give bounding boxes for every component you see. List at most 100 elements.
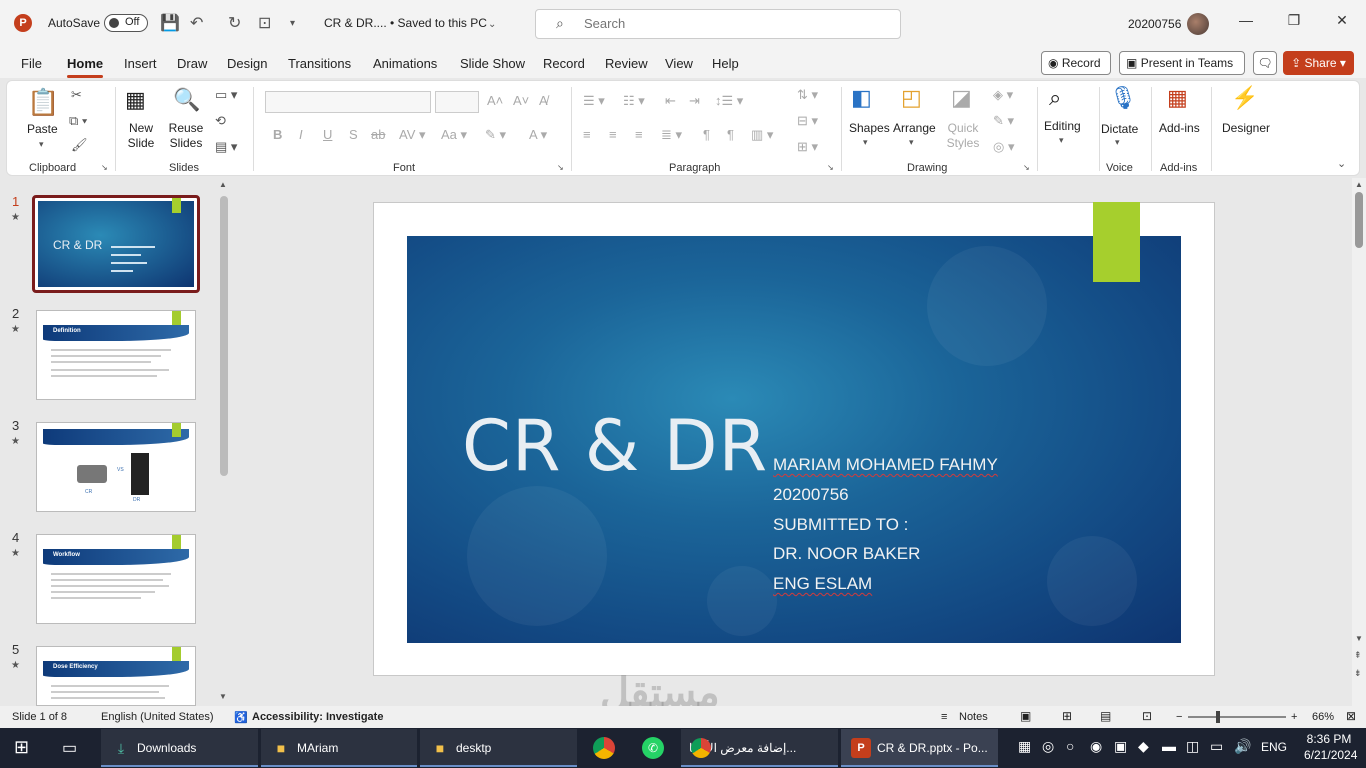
new-slide-icon[interactable]: ▦ bbox=[125, 87, 146, 113]
line-spacing-icon[interactable]: ↕☰ ▾ bbox=[715, 93, 743, 109]
tab-help[interactable]: Help bbox=[712, 56, 739, 71]
tab-home[interactable]: Home bbox=[67, 56, 104, 78]
present-icon[interactable]: ⊡ bbox=[258, 12, 271, 36]
spacing-icon[interactable]: AV ▾ bbox=[399, 127, 426, 143]
tray-circle-icon[interactable]: ○ bbox=[1066, 738, 1074, 754]
slide-subtitle-id[interactable]: 20200756 bbox=[773, 485, 849, 505]
designer-icon[interactable]: ⚡ bbox=[1231, 85, 1258, 111]
addins-label[interactable]: Add-ins bbox=[1159, 121, 1200, 135]
arrange-label[interactable]: Arrange bbox=[893, 121, 936, 135]
comments-button[interactable]: 🗨 bbox=[1253, 51, 1277, 75]
minimize-icon[interactable]: — bbox=[1231, 12, 1261, 28]
section-icon[interactable]: ▤ ▾ bbox=[215, 139, 237, 155]
slide-thumbnail-3[interactable]: VS CR DR bbox=[36, 422, 196, 512]
scroll-down-icon[interactable]: ▼ bbox=[219, 692, 227, 701]
zoom-slider[interactable] bbox=[1188, 716, 1286, 718]
highlight-icon[interactable]: ✎ ▾ bbox=[485, 127, 506, 143]
tray-app-icon[interactable]: ◆ bbox=[1138, 738, 1149, 755]
decrease-indent-icon[interactable]: ⇤ bbox=[665, 93, 676, 109]
tab-file[interactable]: File bbox=[21, 56, 42, 71]
undo-icon[interactable]: ↶ bbox=[190, 12, 203, 36]
columns-icon[interactable]: ▥ ▾ bbox=[751, 127, 773, 143]
shadow-icon[interactable]: S bbox=[349, 127, 358, 142]
tray-app-icon[interactable]: ▦ bbox=[1018, 738, 1031, 755]
reuse-slides-icon[interactable]: 🔍 bbox=[173, 87, 200, 113]
document-title[interactable]: CR & DR.... • Saved to this PC bbox=[324, 16, 487, 30]
strikethrough-icon[interactable]: ab bbox=[371, 127, 385, 142]
quick-styles-icon[interactable]: ◪ bbox=[951, 85, 972, 111]
save-icon[interactable]: 💾 bbox=[160, 12, 180, 36]
search-input[interactable] bbox=[584, 16, 884, 31]
windows-start-icon[interactable]: ⊞ bbox=[14, 737, 29, 758]
text-direction-icon[interactable]: ⇅ ▾ bbox=[797, 87, 818, 103]
tray-folder-icon[interactable]: ▬ bbox=[1162, 738, 1176, 754]
chevron-down-icon[interactable]: ▾ bbox=[1059, 135, 1064, 146]
reset-icon[interactable]: ⟲ bbox=[215, 113, 226, 129]
shapes-label[interactable]: Shapes bbox=[849, 121, 890, 135]
previous-slide-icon[interactable]: ⇞ bbox=[1354, 650, 1362, 661]
tab-record[interactable]: Record bbox=[543, 56, 585, 71]
chevron-down-icon[interactable]: ⌄ bbox=[488, 13, 496, 37]
smartart-icon[interactable]: ⊞ ▾ bbox=[797, 139, 818, 155]
close-icon[interactable]: ✕ bbox=[1327, 12, 1357, 29]
fit-to-window-icon[interactable]: ⊠ bbox=[1346, 709, 1356, 723]
zoom-in-icon[interactable]: + bbox=[1291, 711, 1297, 723]
paste-label[interactable]: Paste bbox=[27, 122, 58, 136]
tab-draw[interactable]: Draw bbox=[177, 56, 207, 71]
chrome-icon[interactable] bbox=[593, 737, 615, 759]
share-button[interactable]: ⇪ Share ▾ bbox=[1283, 51, 1354, 75]
align-center-icon[interactable]: ≡ bbox=[609, 127, 617, 142]
paste-icon[interactable]: 📋 bbox=[27, 87, 59, 118]
chevron-down-icon[interactable]: ▾ bbox=[909, 137, 914, 148]
language-status[interactable]: English (United States) bbox=[101, 711, 214, 723]
notes-button[interactable]: Notes bbox=[959, 711, 988, 723]
tray-app-icon[interactable]: ◉ bbox=[1090, 738, 1102, 755]
tab-view[interactable]: View bbox=[665, 56, 693, 71]
accessibility-status[interactable]: Accessibility: Investigate bbox=[252, 711, 383, 723]
cut-icon[interactable]: ✂ bbox=[71, 87, 82, 103]
search-box[interactable]: ⌕ bbox=[535, 9, 901, 39]
present-in-teams-button[interactable]: ▣ Present in Teams bbox=[1119, 51, 1245, 75]
font-name-dropdown[interactable] bbox=[265, 91, 431, 113]
align-left-icon[interactable]: ≡ bbox=[583, 127, 591, 142]
dictate-label[interactable]: Dictate bbox=[1101, 122, 1138, 136]
chevron-down-icon[interactable]: ▾ bbox=[1115, 137, 1120, 148]
zoom-slider-handle[interactable] bbox=[1216, 711, 1220, 723]
scroll-thumb[interactable] bbox=[1355, 192, 1363, 248]
new-slide-label[interactable]: New Slide bbox=[121, 121, 161, 151]
customize-toolbar-icon[interactable]: ▾ bbox=[290, 12, 295, 36]
avatar[interactable] bbox=[1187, 13, 1209, 35]
reuse-slides-label[interactable]: Reuse Slides bbox=[167, 121, 205, 151]
task-view-icon[interactable]: ▭ bbox=[62, 738, 77, 758]
slideshow-view-icon[interactable]: ⊡ bbox=[1142, 709, 1152, 723]
thumbnails-scrollbar[interactable] bbox=[220, 196, 228, 476]
next-slide-icon[interactable]: ⇟ bbox=[1354, 668, 1362, 679]
whatsapp-icon[interactable]: ✆ bbox=[642, 737, 664, 759]
clear-format-icon[interactable]: A̸ bbox=[539, 93, 548, 108]
zoom-out-icon[interactable]: − bbox=[1176, 711, 1182, 723]
collapse-ribbon-icon[interactable]: ⌄ bbox=[1337, 157, 1346, 170]
rtl-icon[interactable]: ¶ bbox=[727, 127, 734, 142]
increase-indent-icon[interactable]: ⇥ bbox=[689, 93, 700, 109]
network-icon[interactable]: ◫ bbox=[1186, 738, 1199, 755]
zoom-level[interactable]: 66% bbox=[1312, 711, 1334, 723]
dialog-launcher-icon[interactable]: ↘ bbox=[1023, 163, 1030, 172]
tab-insert[interactable]: Insert bbox=[124, 56, 157, 71]
change-case-icon[interactable]: Aa ▾ bbox=[441, 127, 467, 143]
designer-label[interactable]: Designer bbox=[1222, 121, 1270, 135]
taskbar-item-powerpoint[interactable]: P CR & DR.pptx - Po... bbox=[841, 729, 998, 767]
dialog-launcher-icon[interactable]: ↘ bbox=[557, 163, 564, 172]
layout-icon[interactable]: ▭ ▾ bbox=[215, 87, 237, 103]
clock[interactable]: 8:36 PM 6/21/2024 bbox=[1304, 731, 1357, 763]
volume-icon[interactable]: 🔊 bbox=[1234, 738, 1251, 755]
justify-icon[interactable]: ≣ ▾ bbox=[661, 127, 682, 143]
scroll-up-icon[interactable]: ▲ bbox=[1355, 180, 1363, 189]
taskbar-item-downloads[interactable]: ⤓ Downloads bbox=[101, 729, 258, 767]
numbering-icon[interactable]: ☷ ▾ bbox=[623, 93, 645, 109]
battery-icon[interactable]: ▭ bbox=[1210, 738, 1223, 755]
tray-teams-icon[interactable]: ▣ bbox=[1114, 738, 1127, 755]
scroll-down-icon[interactable]: ▼ bbox=[1355, 634, 1363, 643]
format-painter-icon[interactable]: 🖌 bbox=[71, 137, 88, 153]
input-language[interactable]: ENG bbox=[1261, 740, 1287, 754]
slide-thumbnail-5[interactable]: Dose Efficiency bbox=[36, 646, 196, 706]
